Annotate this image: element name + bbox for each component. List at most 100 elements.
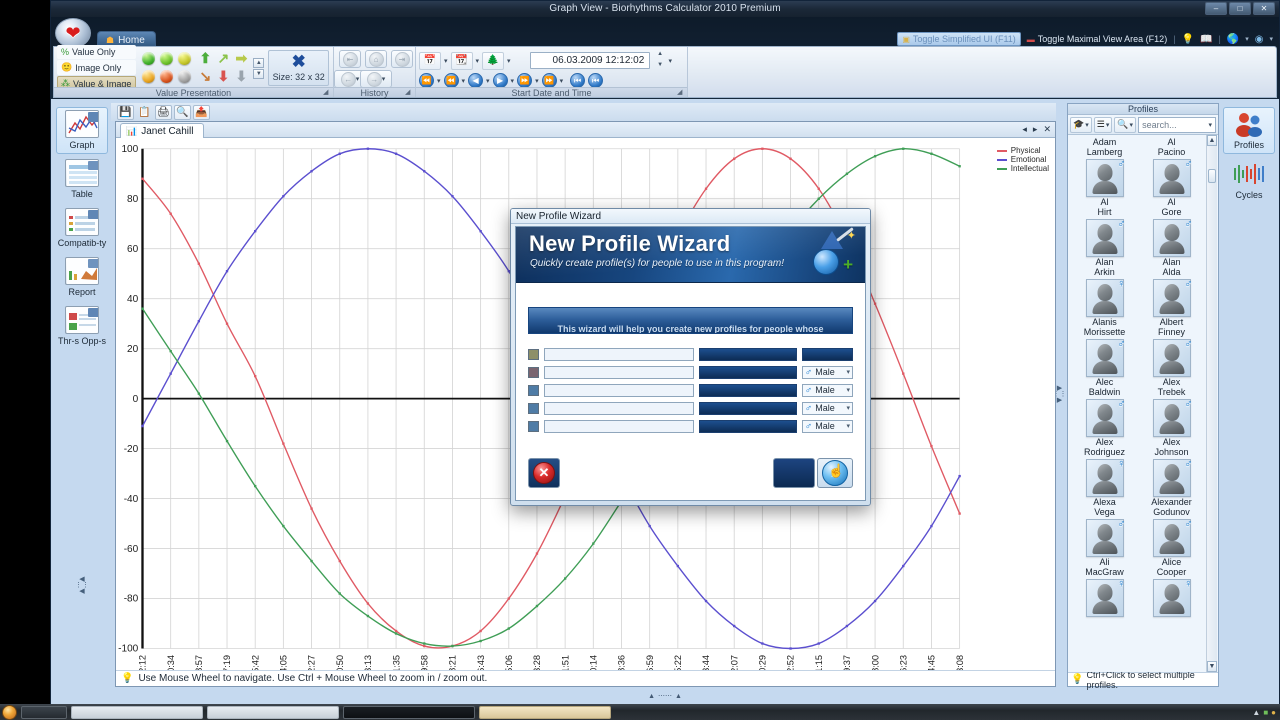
scrollbar-thumb[interactable]: [1208, 169, 1216, 183]
history-buttons[interactable]: ⇤ ⌂ ⇥ ← ▾ → ▾: [334, 49, 415, 88]
arrow-down-icon[interactable]: ⬇: [218, 68, 230, 85]
profile-name-input[interactable]: [544, 365, 694, 379]
taskbar[interactable]: ▲ ■ ●: [0, 704, 1280, 720]
dot-yellow-1[interactable]: [177, 51, 191, 65]
taskbar-item-2[interactable]: [207, 705, 339, 719]
new-profile-wizard-dialog[interactable]: New Profile Wizard New Profile Wizard Qu…: [510, 208, 871, 506]
dialog-launcher-icon-history[interactable]: ◢: [405, 88, 413, 97]
app-menu-orb[interactable]: ❤: [55, 18, 91, 48]
list-item[interactable]: ♀ Alanis Morissette: [1072, 277, 1137, 337]
list-item[interactable]: ♀: [1139, 577, 1204, 618]
copy-icon[interactable]: 📋: [136, 105, 153, 120]
history-home-button[interactable]: ⌂: [365, 50, 387, 68]
list-item[interactable]: Adam Lamberg: [1072, 136, 1137, 157]
icon-size-button[interactable]: ✖ Size: 32 x 32: [268, 50, 329, 86]
info-circle-icon[interactable]: ◉: [1255, 34, 1264, 45]
toggle-simplified-ui-button[interactable]: ▣ Toggle Simplified UI (F11): [897, 32, 1021, 46]
taskbar-item-1[interactable]: [71, 705, 203, 719]
spin-up-button[interactable]: ▲: [253, 57, 265, 68]
list-item[interactable]: ♂ Al Hirt: [1072, 157, 1137, 217]
datetime-dropdown-icon[interactable]: ▾: [669, 57, 673, 65]
start-orb-icon[interactable]: [2, 704, 17, 720]
profile-name-input[interactable]: [544, 347, 694, 361]
dot-green-1[interactable]: [141, 51, 155, 65]
list-item[interactable]: ♂ Alexander Godunov: [1139, 457, 1204, 517]
chevron-down-icon[interactable]: ▾: [356, 75, 360, 83]
profile-gender-select[interactable]: ♂ Male ▾: [801, 383, 853, 397]
window-buttons[interactable]: – □ ✕: [1205, 2, 1275, 15]
profile-name-input[interactable]: [544, 419, 694, 433]
list-item[interactable]: ♀ Alexa Vega: [1072, 457, 1137, 517]
rewind-fast-icon[interactable]: ⏪: [419, 73, 434, 88]
bottom-splitter-handle[interactable]: ▲ ⋯⋯ ▲: [53, 691, 1277, 701]
list-item[interactable]: ♂ Al Gore: [1139, 157, 1204, 217]
document-tab-janet-cahill[interactable]: 📊 Janet Cahill: [120, 123, 205, 138]
sidebar-item-graph[interactable]: Graph: [56, 107, 108, 154]
scroll-down-button[interactable]: ▼: [1207, 661, 1217, 672]
profile-gender-select[interactable]: ♂ Male ▾: [801, 419, 853, 433]
next-button[interactable]: ➤ ☝: [817, 458, 853, 488]
chevron-down-icon[interactable]: ▾: [846, 404, 850, 412]
back-button[interactable]: [773, 458, 815, 488]
row-color-swatch[interactable]: [528, 366, 540, 378]
help-book-icon[interactable]: 📖: [1200, 34, 1212, 45]
datetime-spin-up[interactable]: ▲: [655, 50, 666, 60]
list-item[interactable]: ♂ Alan Arkin: [1072, 217, 1137, 277]
export-icon[interactable]: 📤: [193, 104, 210, 120]
profile-birthdate-input[interactable]: [698, 419, 797, 433]
chevron-down-icon[interactable]: ▾: [846, 368, 850, 376]
sidebar-item-table[interactable]: Table: [56, 156, 108, 203]
history-last-button[interactable]: ⇥: [391, 50, 413, 68]
taskbar-item-3[interactable]: [343, 705, 475, 719]
close-button[interactable]: ✕: [1253, 2, 1275, 15]
dot-green-2[interactable]: [159, 51, 173, 65]
sidebar-item-report[interactable]: Report: [56, 254, 108, 301]
sidebar-item-cycles[interactable]: Cycles: [1223, 157, 1275, 204]
maximize-button[interactable]: □: [1229, 2, 1251, 15]
history-forward-button[interactable]: → ▾: [360, 70, 392, 88]
profile-birthdate-input[interactable]: [698, 347, 797, 361]
minimize-button[interactable]: –: [1205, 2, 1227, 15]
step-back-icon[interactable]: ◀: [468, 73, 484, 88]
left-splitter-handle[interactable]: ◀ ⋮⋮ ◀: [75, 576, 89, 595]
taskbar-item-4[interactable]: [479, 705, 611, 719]
trend-arrow-palette[interactable]: ⬆ ↗ ➡ ↘ ⬇ ⬇: [196, 49, 250, 87]
sidebar-item-profiles[interactable]: Profiles: [1223, 107, 1275, 154]
list-item[interactable]: ♂ Alan Alda: [1139, 217, 1204, 277]
sidebar-item-threats-opportunities[interactable]: Thr-s Opp-s: [56, 303, 108, 350]
chevron-down-icon[interactable]: ▾: [1245, 35, 1249, 43]
profiles-scrollbar[interactable]: ▲ ▼: [1206, 135, 1217, 672]
list-item[interactable]: ♂ Alex Johnson: [1139, 397, 1204, 457]
dialog-launcher-icon[interactable]: ◢: [323, 88, 331, 97]
skip-start-icon[interactable]: ⏮: [570, 73, 586, 88]
history-first-button[interactable]: ⇤: [339, 50, 361, 68]
calendar-pick-icon[interactable]: 📆: [450, 51, 473, 70]
next-tab-icon[interactable]: ▸: [1033, 124, 1038, 135]
system-tray[interactable]: ▲ ■ ●: [1252, 708, 1280, 717]
forward-fast-icon[interactable]: ⏩: [541, 73, 557, 88]
status-color-palette[interactable]: [139, 49, 193, 87]
chevron-down-icon-2[interactable]: ▾: [1269, 35, 1273, 43]
skip-begin-icon[interactable]: ⏮: [588, 73, 604, 88]
row-color-swatch[interactable]: [528, 402, 540, 414]
bulb-icon[interactable]: 💡: [1182, 34, 1194, 45]
profile-gender-select[interactable]: ♂ Male ▾: [801, 401, 853, 415]
tray-icon-3[interactable]: ●: [1271, 708, 1276, 717]
profiles-list[interactable]: Adam Lamberg Al Pacino ♂ Al Hirt ♂ Al Gore ♂ Al…: [1068, 135, 1218, 672]
value-only-button[interactable]: % Value Only: [57, 45, 137, 59]
chevron-down-icon-search[interactable]: ▾: [1208, 121, 1212, 129]
list-item[interactable]: ♂ Albert Finney: [1139, 277, 1204, 337]
image-only-button[interactable]: 🙂 Image Only: [57, 60, 137, 75]
chevron-down-icon-a[interactable]: ▾: [444, 57, 448, 65]
row-color-swatch[interactable]: [528, 384, 540, 396]
chevron-down-icon[interactable]: ▾: [846, 386, 850, 394]
season-tree-icon[interactable]: 🌲: [482, 51, 505, 70]
sidebar-item-compatibility[interactable]: Compatib-ty: [56, 205, 108, 252]
list-item[interactable]: Al Pacino: [1139, 136, 1204, 157]
dialog-launcher-icon-sdt[interactable]: ◢: [677, 88, 685, 97]
datetime-spinner[interactable]: ▲ ▼: [655, 50, 666, 71]
chevron-down-icon-c[interactable]: ▾: [507, 57, 511, 65]
chevron-down-icon-sort[interactable]: ▾: [1106, 121, 1110, 129]
filter-profiles-button[interactable]: 🔍 ▾: [1114, 116, 1137, 133]
spin-down-button[interactable]: ▼: [253, 68, 265, 79]
